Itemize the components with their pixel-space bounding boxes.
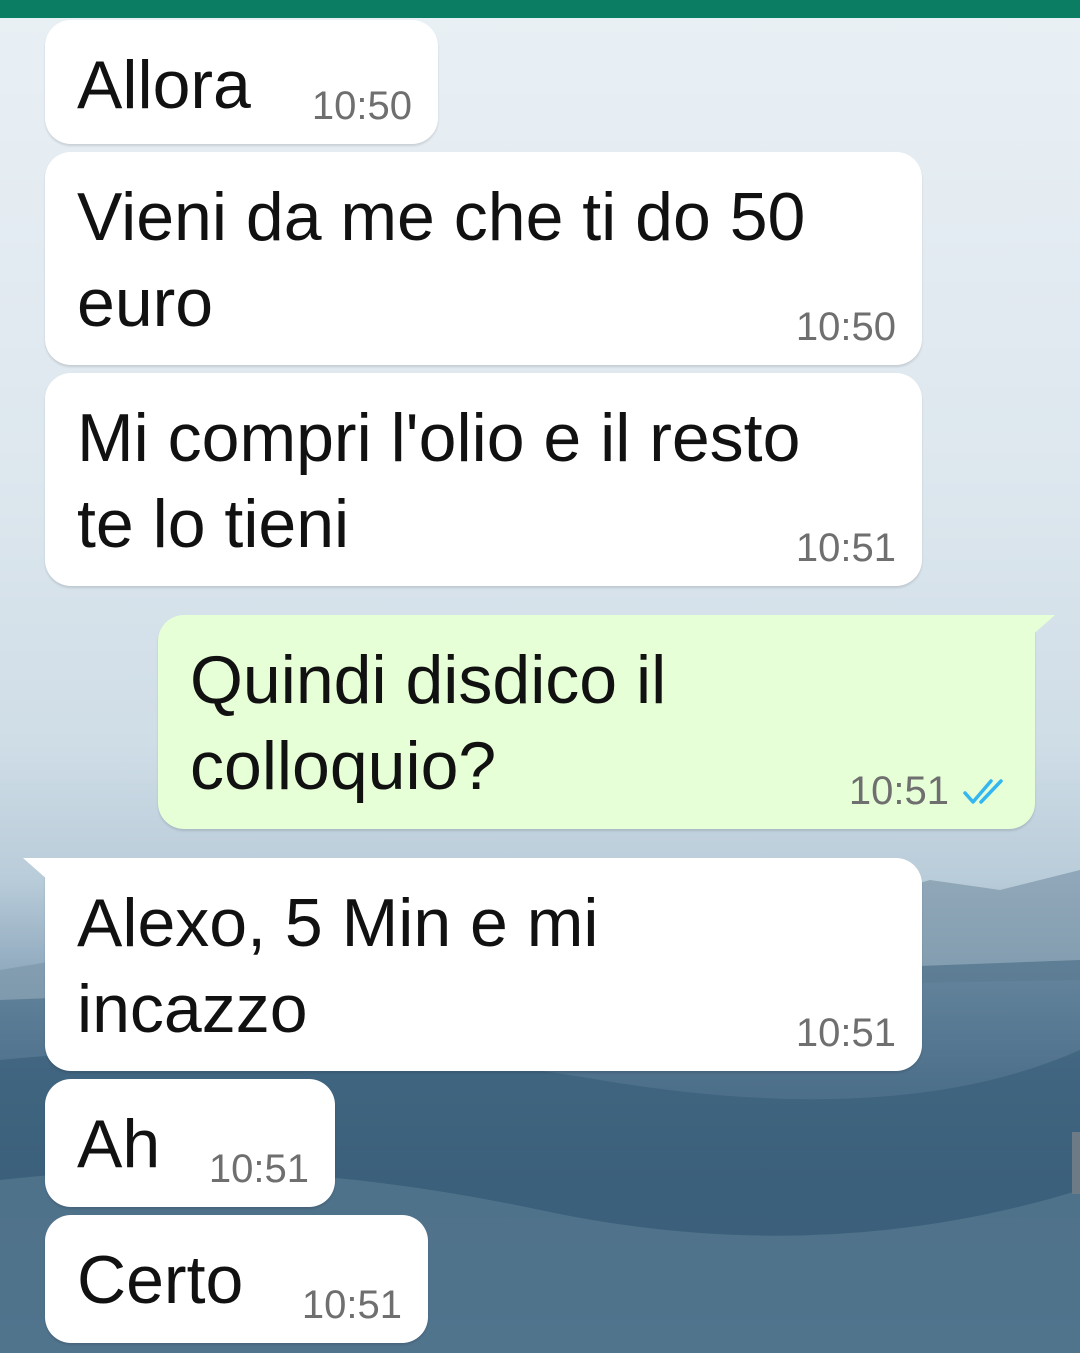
message-text: Vieni da me che ti do 50 euro: [77, 179, 806, 341]
double-check-read-icon: [963, 779, 1003, 804]
message-timestamp: 10:51: [795, 526, 896, 570]
message-timestamp: 10:50: [311, 84, 412, 128]
message-text: Alexo, 5 Min e mi incazzo: [77, 885, 599, 1047]
message-bubble-outgoing[interactable]: Quindi disdico il colloquio? 10:51: [158, 615, 1055, 829]
message-bubble-incoming[interactable]: Ah 10:51: [45, 1079, 335, 1207]
message-timestamp: 10:51: [301, 1283, 402, 1327]
message-timestamp: 10:51: [848, 769, 949, 813]
message-bubble-incoming[interactable]: Mi compri l'olio e il resto te lo tieni …: [45, 373, 922, 586]
message-bubble-incoming[interactable]: Allora 10:50: [45, 20, 438, 144]
message-text: Mi compri l'olio e il resto te lo tieni: [77, 400, 801, 562]
message-bubble-incoming[interactable]: Vieni da me che ti do 50 euro 10:50: [45, 152, 922, 365]
bubble-tail: [23, 858, 57, 888]
app-header-strip: [0, 0, 1080, 18]
scrollbar-thumb[interactable]: [1072, 1132, 1080, 1194]
bubble-tail: [1021, 615, 1055, 645]
message-timestamp: 10:51: [795, 1011, 896, 1055]
message-bubble-incoming[interactable]: Alexo, 5 Min e mi incazzo 10:51: [23, 858, 922, 1071]
message-bubble-incoming[interactable]: Certo 10:51: [45, 1215, 428, 1343]
message-timestamp: 10:51: [208, 1147, 309, 1191]
message-timestamp: 10:50: [795, 305, 896, 349]
